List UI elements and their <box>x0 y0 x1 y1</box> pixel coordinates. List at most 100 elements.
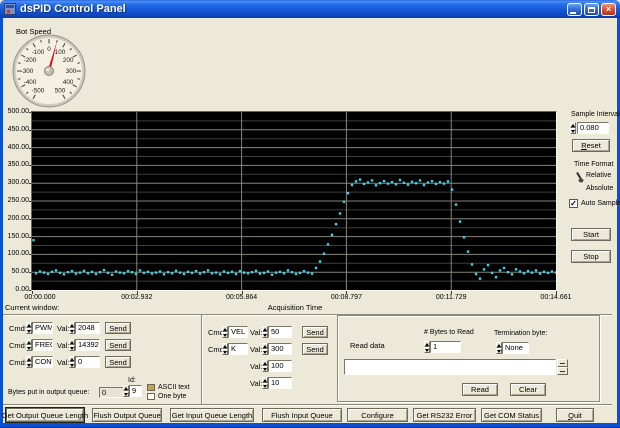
send-k-button[interactable]: Send <box>302 343 328 355</box>
val-extra1-field[interactable]: 100 <box>268 360 292 372</box>
y-tick-label: 150.00 <box>1 233 29 240</box>
x-tick-mark <box>556 291 557 294</box>
bytes-to-read-label: # Bytes to Read <box>424 329 474 336</box>
reset-button[interactable]: Reset <box>572 139 610 152</box>
get-input-queue-length-button[interactable]: Get Input Queue Length <box>170 408 254 422</box>
close-button[interactable]: × <box>601 3 616 16</box>
val2-field[interactable]: 14392 <box>75 339 100 351</box>
y-tick-label: 450.00 <box>1 126 29 133</box>
id-field[interactable]: 9 <box>129 385 142 397</box>
svg-text:500: 500 <box>55 87 66 94</box>
send-vel-button[interactable]: Send <box>302 326 328 338</box>
cmd-label: Cmd: <box>9 324 27 333</box>
chart-plot <box>32 112 556 290</box>
cmd-label: Cmd: <box>9 358 27 367</box>
val-extra2-field[interactable]: 10 <box>268 377 292 389</box>
window-title: dsPID Control Panel <box>20 3 126 15</box>
time-format-switch[interactable] <box>575 171 584 183</box>
get-output-queue-length-button[interactable]: Get Output Queue Length <box>6 408 84 422</box>
x-tick-label: 00:00.000 <box>24 294 55 301</box>
reset-label: eset <box>587 141 601 150</box>
time-format-relative-label: Relative <box>586 172 611 179</box>
scroll-down-button[interactable] <box>557 367 568 375</box>
cmd-label: Cmd: <box>9 341 27 350</box>
x-tick-mark <box>137 291 138 294</box>
termination-byte-field[interactable]: None <box>502 342 529 354</box>
sample-interval-field[interactable]: 0.080 <box>577 122 609 134</box>
val-k-field[interactable]: 300 <box>268 343 292 355</box>
y-tick-label: 100.00 <box>1 250 29 257</box>
cmd-vel-field[interactable]: VEL <box>228 326 248 338</box>
start-button[interactable]: Start <box>571 228 611 241</box>
bytes-queue-label: Bytes put in output queue: <box>8 389 89 396</box>
send1-button[interactable]: Send <box>105 322 131 334</box>
bytes-to-read-field[interactable]: 1 <box>430 341 461 353</box>
stop-button[interactable]: Stop <box>571 250 611 263</box>
val-label: Val: <box>250 379 262 388</box>
y-tick-label: 500.00 <box>1 108 29 115</box>
val-label: Val: <box>57 341 69 350</box>
cmd-k-field[interactable]: K <box>228 343 248 355</box>
val-label: Val: <box>57 324 69 333</box>
y-tick-label: 250.00 <box>1 197 29 204</box>
flush-input-queue-button[interactable]: Flush Input Queue <box>262 408 342 422</box>
time-format-absolute-label: Absolute <box>586 185 613 192</box>
svg-text:300: 300 <box>66 68 77 75</box>
x-tick-label: 00:05.864 <box>226 294 257 301</box>
current-window-label: Current window: <box>5 303 59 312</box>
app-icon <box>4 3 16 15</box>
sample-interval-label: Sample Interval <box>571 111 620 118</box>
y-tick-label: 400.00 <box>1 144 29 151</box>
read-data-scroll-widget[interactable] <box>557 359 568 375</box>
svg-text:-200: -200 <box>24 57 37 64</box>
divider-left-mid <box>201 315 203 404</box>
send2-button[interactable]: Send <box>105 339 131 351</box>
ascii-text-legend-label: ASCII text <box>158 384 190 391</box>
flush-output-queue-button[interactable]: Flush Output Queue <box>92 408 162 422</box>
spin-down-button[interactable] <box>570 128 576 134</box>
cmd3-field[interactable]: CONT <box>32 356 53 368</box>
app-window: dsPID Control Panel × Bot Speed -500-400… <box>0 0 620 428</box>
y-tick-label: 50.00 <box>1 268 29 275</box>
x-axis-title: Acquisition Time <box>33 303 557 312</box>
cmd2-field[interactable]: FREQ <box>32 339 53 351</box>
read-button[interactable]: Read <box>462 383 498 396</box>
x-tick-mark <box>451 291 452 294</box>
y-tick-label: 350.00 <box>1 161 29 168</box>
scroll-up-button[interactable] <box>557 359 568 367</box>
val-label: Val: <box>57 358 69 367</box>
svg-text:400: 400 <box>63 79 74 86</box>
val-label: Val: <box>250 345 262 354</box>
get-com-status-button[interactable]: Get COM Status <box>481 408 542 422</box>
maximize-button[interactable] <box>584 3 599 16</box>
send3-button[interactable]: Send <box>105 356 131 368</box>
one-byte-legend-label: One byte <box>158 393 186 400</box>
val-label: Val: <box>250 362 262 371</box>
quit-button[interactable]: Quit <box>556 408 594 422</box>
x-tick-label: 00:02.932 <box>121 294 152 301</box>
time-format-label: Time Format <box>574 161 613 168</box>
val3-field[interactable]: 0 <box>75 356 100 368</box>
configure-button[interactable]: Configure <box>347 408 408 422</box>
chart-frame <box>31 111 557 291</box>
clear-button[interactable]: Clear <box>510 383 546 396</box>
window-border-bottom <box>0 423 620 428</box>
sample-interval-spinner[interactable] <box>570 122 576 134</box>
val1-field[interactable]: 2048 <box>75 322 100 334</box>
svg-text:-300: -300 <box>21 68 34 75</box>
svg-text:-500: -500 <box>32 87 45 94</box>
get-rs232-error-button[interactable]: Get RS232 Error <box>413 408 476 422</box>
val-vel-field[interactable]: 50 <box>268 326 292 338</box>
minimize-button[interactable] <box>567 3 582 16</box>
cmd1-field[interactable]: PWM <box>32 322 53 334</box>
x-tick-mark <box>242 291 243 294</box>
auto-sample-checkbox[interactable]: ✓ <box>569 199 578 208</box>
divider-bottom <box>3 404 612 406</box>
auto-sample-label: Auto Sample <box>581 200 620 207</box>
svg-text:200: 200 <box>63 57 74 64</box>
x-tick-label: 00:14.661 <box>540 294 571 301</box>
one-byte-legend-swatch <box>147 393 155 400</box>
x-tick-label: 00:11.729 <box>436 294 467 301</box>
val-label: Val: <box>250 328 262 337</box>
read-data-string-field[interactable] <box>344 359 556 375</box>
